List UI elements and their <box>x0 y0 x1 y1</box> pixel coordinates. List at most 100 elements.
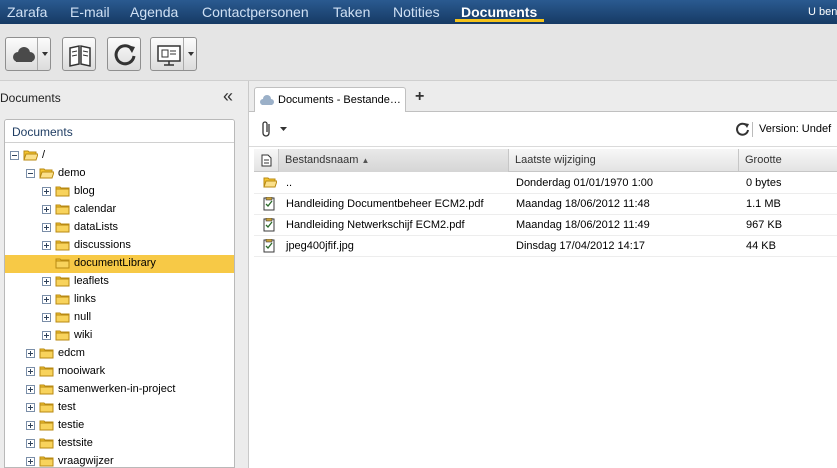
modified-cell: Maandag 18/06/2012 11:49 <box>516 219 650 231</box>
column-header-bestandsnaam[interactable]: Bestandsnaam ▲ <box>279 149 509 172</box>
address-book-button[interactable] <box>62 37 96 71</box>
tree-node[interactable]: blog <box>5 183 234 201</box>
tree-node-label: links <box>74 293 97 305</box>
folder-open-icon <box>39 167 55 179</box>
expand-icon[interactable] <box>26 421 35 430</box>
document-icon <box>261 154 272 167</box>
expand-icon[interactable] <box>42 205 51 214</box>
folder-icon <box>55 221 70 233</box>
expand-icon[interactable] <box>26 457 35 466</box>
folder-icon <box>55 257 70 269</box>
table-row[interactable]: Handleiding Netwerkschijf ECM2.pdf Maanda… <box>254 215 837 236</box>
tree-node-label: samenwerken-in-project <box>58 383 176 395</box>
tree-node[interactable]: vraagwijzer <box>5 453 234 467</box>
folder-icon <box>39 455 54 467</box>
folder-icon <box>55 239 70 251</box>
tab-label: Documents - Bestande… <box>278 94 401 106</box>
tree-node[interactable]: wiki <box>5 327 234 345</box>
tab-documents[interactable]: Documents - Bestande… <box>254 87 406 113</box>
size-cell: 967 KB <box>746 219 783 231</box>
expand-icon[interactable] <box>42 223 51 232</box>
file-icon <box>263 217 275 235</box>
tree-node[interactable]: leaflets <box>5 273 234 291</box>
folder-icon <box>55 293 70 305</box>
nav-tab-email[interactable]: E-mail <box>70 4 110 20</box>
expand-icon[interactable] <box>26 439 35 448</box>
collapse-icon[interactable] <box>10 151 19 160</box>
column-type-header[interactable] <box>254 149 279 172</box>
tree-node-label: testie <box>58 419 85 431</box>
tree-node[interactable]: documentLibrary <box>5 255 234 273</box>
column-label: Grootte <box>745 154 782 166</box>
nav-tab-zarafa[interactable]: Zarafa <box>7 4 47 20</box>
table-row[interactable]: .. Donderdag 01/01/1970 1:00 0 bytes <box>254 173 837 194</box>
tree-node[interactable]: test <box>5 399 234 417</box>
toolbar-divider <box>752 122 753 137</box>
tree-node[interactable]: links <box>5 291 234 309</box>
expand-icon[interactable] <box>42 187 51 196</box>
nav-tab-agenda[interactable]: Agenda <box>130 4 178 20</box>
tree-header: Documents <box>5 120 234 143</box>
tree-node-label: test <box>58 401 76 413</box>
folder-icon <box>39 401 54 413</box>
tree-node-label: vraagwijzer <box>58 455 114 467</box>
tree-node[interactable]: discussions <box>5 237 234 255</box>
version-label: Version: Undef <box>759 123 832 135</box>
expand-icon[interactable] <box>42 295 51 304</box>
expand-icon[interactable] <box>26 403 35 412</box>
expand-icon[interactable] <box>42 331 51 340</box>
presentation-menu-button[interactable] <box>150 37 197 71</box>
tree-node-label: blog <box>74 185 95 197</box>
file-name-cell: jpeg400jfif.jpg <box>286 240 354 252</box>
top-navigation-bar: Zarafa E-mail Agenda Contactpersonen Tak… <box>0 0 837 24</box>
tree-node-label: documentLibrary <box>74 257 156 269</box>
paperclip-icon[interactable] <box>261 120 273 138</box>
table-row[interactable]: Handleiding Documentbeheer ECM2.pdf Maand… <box>254 194 837 215</box>
refresh-button[interactable] <box>107 37 141 71</box>
tree-node-label: null <box>74 311 92 323</box>
collapse-panel-icon[interactable]: « <box>223 87 233 105</box>
folder-icon <box>39 347 54 359</box>
tree-node[interactable]: null <box>5 309 234 327</box>
chevron-down-icon[interactable] <box>37 38 50 70</box>
tree-node[interactable]: calendar <box>5 201 234 219</box>
tree-node[interactable]: / <box>5 147 234 165</box>
collapse-icon[interactable] <box>26 169 35 178</box>
column-header-grootte[interactable]: Grootte <box>739 149 837 172</box>
tree-node[interactable]: mooiwark <box>5 363 234 381</box>
column-label: Bestandsnaam <box>285 154 359 166</box>
chevron-down-icon[interactable] <box>183 38 196 70</box>
expand-icon[interactable] <box>42 241 51 250</box>
folder-icon <box>39 365 54 377</box>
cloud-menu-button[interactable] <box>5 37 51 71</box>
user-label[interactable]: U ben <box>808 6 837 18</box>
refresh-icon[interactable] <box>735 122 750 137</box>
tree-node[interactable]: testie <box>5 417 234 435</box>
folder-icon <box>55 203 70 215</box>
expand-icon[interactable] <box>42 313 51 322</box>
tree-node[interactable]: dataLists <box>5 219 234 237</box>
table-row[interactable]: jpeg400jfif.jpg Dinsdag 17/04/2012 14:17 4… <box>254 236 837 257</box>
nav-tab-taken[interactable]: Taken <box>333 4 370 20</box>
tree-node[interactable]: samenwerken-in-project <box>5 381 234 399</box>
folder-icon <box>55 329 70 341</box>
file-icon <box>263 196 275 214</box>
tree-node-label: discussions <box>74 239 131 251</box>
nav-tab-notities[interactable]: Notities <box>393 4 440 20</box>
expand-icon[interactable] <box>26 349 35 358</box>
nav-tab-contactpersonen[interactable]: Contactpersonen <box>202 4 309 20</box>
add-tab-button[interactable]: + <box>415 88 424 106</box>
grid-header: Bestandsnaam ▲ Laatste wijziging Grootte <box>254 149 837 172</box>
expand-icon[interactable] <box>42 277 51 286</box>
expand-icon[interactable] <box>26 367 35 376</box>
folder-icon <box>55 275 70 287</box>
nav-tab-documents[interactable]: Documents <box>461 4 537 20</box>
tree-node[interactable]: edcm <box>5 345 234 363</box>
expand-icon[interactable] <box>26 385 35 394</box>
column-header-laatste-wijziging[interactable]: Laatste wijziging <box>509 149 739 172</box>
tree-node[interactable]: testsite <box>5 435 234 453</box>
tree-node-label: edcm <box>58 347 85 359</box>
chevron-down-icon[interactable] <box>280 127 287 132</box>
tree-node[interactable]: demo <box>5 165 234 183</box>
size-cell: 1.1 MB <box>746 198 781 210</box>
